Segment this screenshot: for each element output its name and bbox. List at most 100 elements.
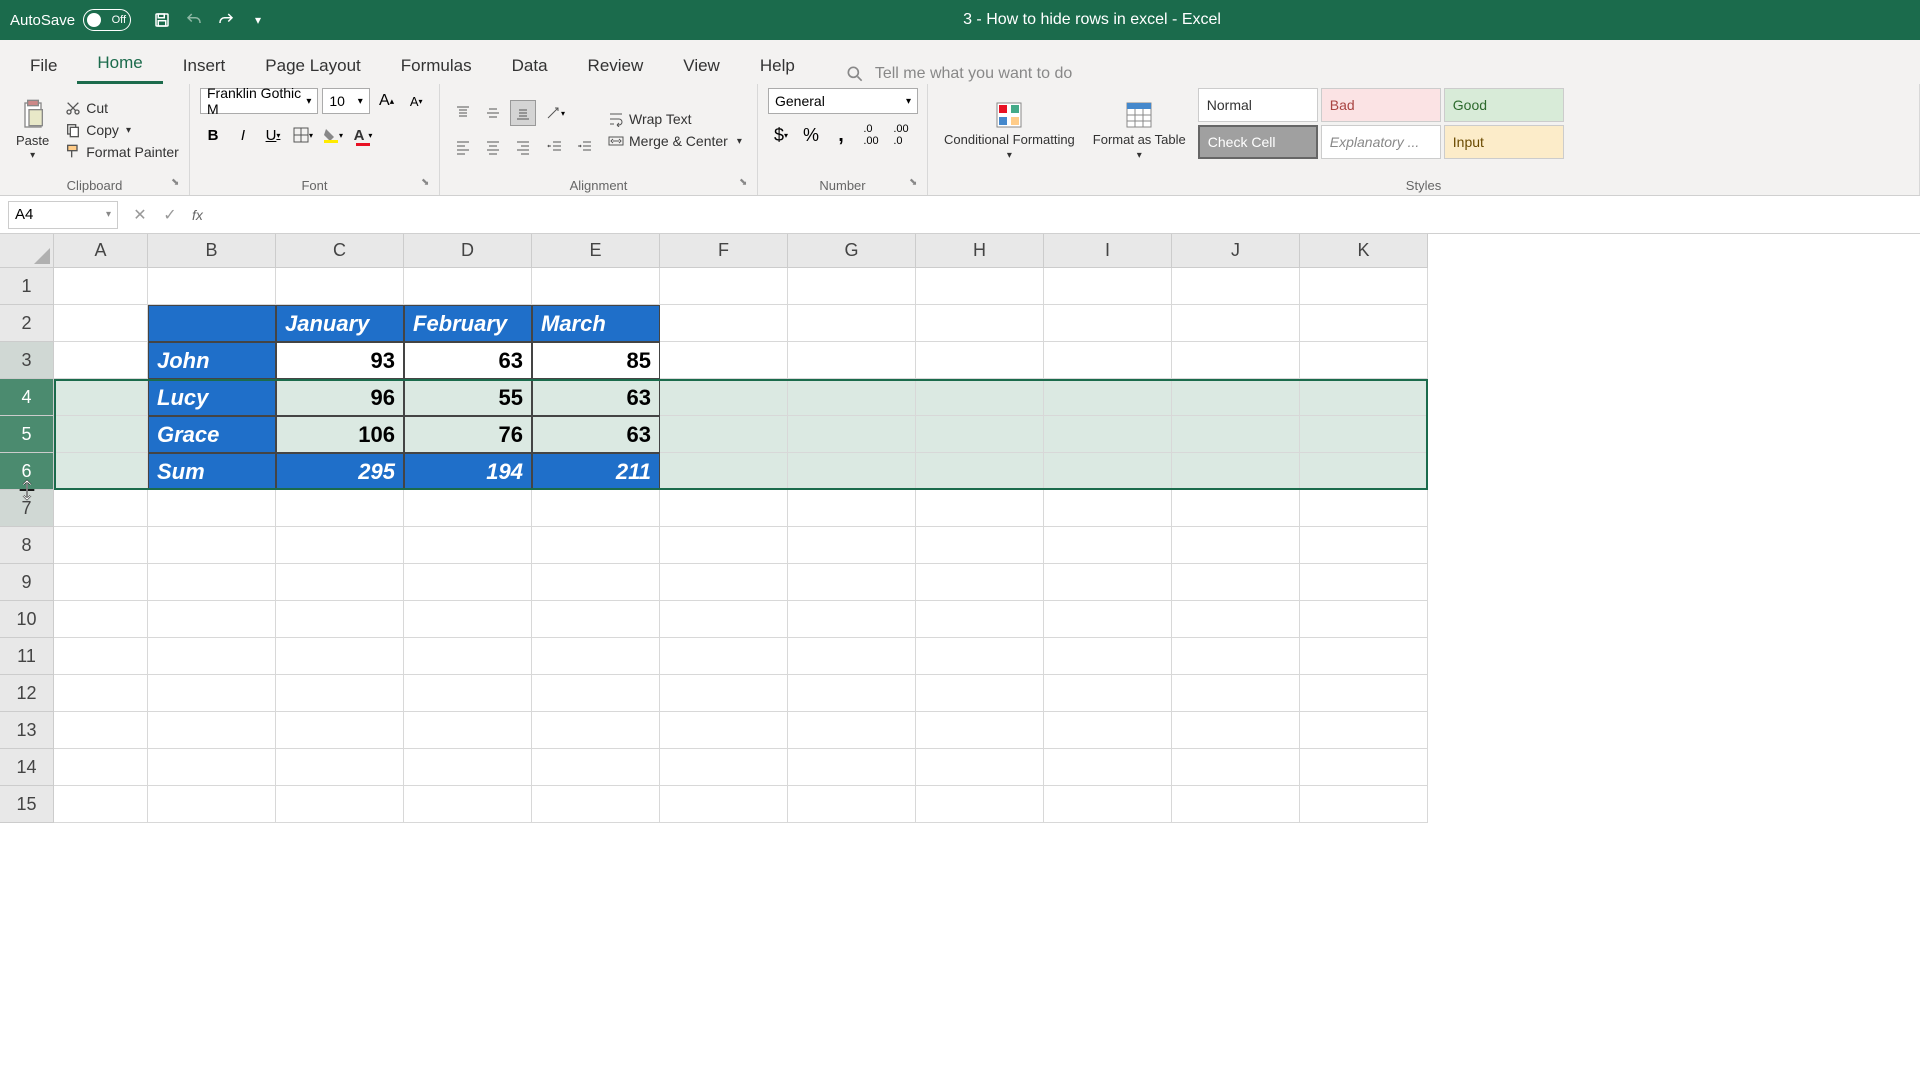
cell-B14[interactable] xyxy=(148,749,276,786)
cell-I8[interactable] xyxy=(1044,527,1172,564)
cell-J5[interactable] xyxy=(1172,416,1300,453)
cell-F15[interactable] xyxy=(660,786,788,823)
font-name-combo[interactable]: Franklin Gothic M▾ xyxy=(200,88,318,114)
cell-E13[interactable] xyxy=(532,712,660,749)
cell-B4[interactable]: Lucy xyxy=(148,379,276,416)
column-header-G[interactable]: G xyxy=(788,234,916,268)
tell-me-search[interactable]: Tell me what you want to do xyxy=(845,64,1072,84)
cell-A14[interactable] xyxy=(54,749,148,786)
row-header-13[interactable]: 13 xyxy=(0,712,54,749)
increase-font-icon[interactable]: A▴ xyxy=(374,88,400,114)
cell-E12[interactable] xyxy=(532,675,660,712)
cell-A6[interactable] xyxy=(54,453,148,490)
row-header-11[interactable]: 11 xyxy=(0,638,54,675)
column-header-F[interactable]: F xyxy=(660,234,788,268)
cell-G3[interactable] xyxy=(788,342,916,379)
align-left-icon[interactable] xyxy=(450,134,476,160)
row-header-2[interactable]: 2 xyxy=(0,305,54,342)
cell-I11[interactable] xyxy=(1044,638,1172,675)
column-header-A[interactable]: A xyxy=(54,234,148,268)
cell-D2[interactable]: February xyxy=(404,305,532,342)
cell-F11[interactable] xyxy=(660,638,788,675)
cell-E15[interactable] xyxy=(532,786,660,823)
cell-I10[interactable] xyxy=(1044,601,1172,638)
enter-formula-icon[interactable]: ✓ xyxy=(158,203,182,227)
cell-F8[interactable] xyxy=(660,527,788,564)
cell-G2[interactable] xyxy=(788,305,916,342)
cell-C6[interactable]: 295 xyxy=(276,453,404,490)
decrease-decimal-icon[interactable]: .00.0 xyxy=(888,122,914,148)
align-bottom-icon[interactable] xyxy=(510,100,536,126)
align-top-icon[interactable] xyxy=(450,100,476,126)
cell-D15[interactable] xyxy=(404,786,532,823)
orientation-icon[interactable]: ▾ xyxy=(542,100,568,126)
align-right-icon[interactable] xyxy=(510,134,536,160)
cell-A11[interactable] xyxy=(54,638,148,675)
number-format-combo[interactable]: General▾ xyxy=(768,88,918,114)
cell-E2[interactable]: March xyxy=(532,305,660,342)
cell-B3[interactable]: John xyxy=(148,342,276,379)
cell-F10[interactable] xyxy=(660,601,788,638)
cell-J1[interactable] xyxy=(1172,268,1300,305)
cell-B7[interactable] xyxy=(148,490,276,527)
tab-help[interactable]: Help xyxy=(740,46,815,84)
conditional-formatting-button[interactable]: Conditional Formatting▾ xyxy=(938,88,1081,172)
cell-B15[interactable] xyxy=(148,786,276,823)
cell-J9[interactable] xyxy=(1172,564,1300,601)
cell-F5[interactable] xyxy=(660,416,788,453)
cell-J11[interactable] xyxy=(1172,638,1300,675)
tab-view[interactable]: View xyxy=(663,46,740,84)
cell-H5[interactable] xyxy=(916,416,1044,453)
cell-H11[interactable] xyxy=(916,638,1044,675)
cell-F2[interactable] xyxy=(660,305,788,342)
cell-B2[interactable] xyxy=(148,305,276,342)
row-header-10[interactable]: 10 xyxy=(0,601,54,638)
column-header-D[interactable]: D xyxy=(404,234,532,268)
autosave-toggle[interactable]: Off xyxy=(83,9,131,31)
cell-F13[interactable] xyxy=(660,712,788,749)
select-all-corner[interactable] xyxy=(0,234,54,268)
row-header-5[interactable]: 5 xyxy=(0,416,54,453)
cell-B1[interactable] xyxy=(148,268,276,305)
cell-A4[interactable] xyxy=(54,379,148,416)
cell-K1[interactable] xyxy=(1300,268,1428,305)
cell-H2[interactable] xyxy=(916,305,1044,342)
cell-E9[interactable] xyxy=(532,564,660,601)
cell-I9[interactable] xyxy=(1044,564,1172,601)
cancel-formula-icon[interactable]: ✕ xyxy=(128,203,152,227)
cell-A13[interactable] xyxy=(54,712,148,749)
tab-page-layout[interactable]: Page Layout xyxy=(245,46,380,84)
cell-A1[interactable] xyxy=(54,268,148,305)
cell-D6[interactable]: 194 xyxy=(404,453,532,490)
cut-button[interactable]: Cut xyxy=(61,98,183,118)
cell-A9[interactable] xyxy=(54,564,148,601)
cell-H4[interactable] xyxy=(916,379,1044,416)
cell-K6[interactable] xyxy=(1300,453,1428,490)
dialog-launcher-icon[interactable]: ⬊ xyxy=(909,177,923,191)
cell-F6[interactable] xyxy=(660,453,788,490)
cell-H9[interactable] xyxy=(916,564,1044,601)
cell-B8[interactable] xyxy=(148,527,276,564)
cell-C13[interactable] xyxy=(276,712,404,749)
tab-file[interactable]: File xyxy=(10,46,77,84)
cell-I3[interactable] xyxy=(1044,342,1172,379)
cell-J12[interactable] xyxy=(1172,675,1300,712)
cell-A3[interactable] xyxy=(54,342,148,379)
cell-B6[interactable]: Sum xyxy=(148,453,276,490)
cell-C8[interactable] xyxy=(276,527,404,564)
cell-E1[interactable] xyxy=(532,268,660,305)
italic-button[interactable]: I xyxy=(230,122,256,148)
cell-E4[interactable]: 63 xyxy=(532,379,660,416)
row-header-1[interactable]: 1 xyxy=(0,268,54,305)
cell-D3[interactable]: 63 xyxy=(404,342,532,379)
row-header-7[interactable]: 7 xyxy=(0,490,54,527)
style-good[interactable]: Good xyxy=(1444,88,1564,122)
increase-indent-icon[interactable] xyxy=(572,134,598,160)
cell-F1[interactable] xyxy=(660,268,788,305)
cell-E3[interactable]: 85 xyxy=(532,342,660,379)
cell-E14[interactable] xyxy=(532,749,660,786)
cell-H8[interactable] xyxy=(916,527,1044,564)
cell-I6[interactable] xyxy=(1044,453,1172,490)
tab-insert[interactable]: Insert xyxy=(163,46,246,84)
cell-D7[interactable] xyxy=(404,490,532,527)
